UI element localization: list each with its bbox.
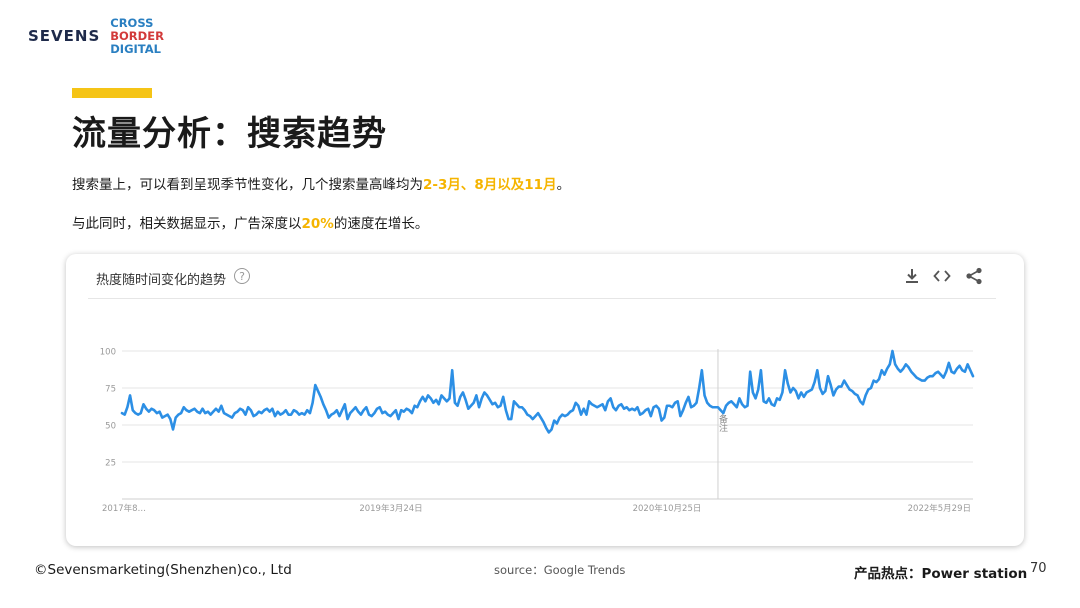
y-tick-label: 75 [105,385,116,395]
series-line [120,349,975,434]
highlight-growth-rate: 20% [301,216,334,232]
logo-brand: SEVENS [28,27,101,45]
company-logo: SEVENS CROSS BORDER DIGITAL [28,14,164,58]
highlight-peak-months: 2-3月、8月以及11月 [423,177,557,193]
y-tick-label: 25 [105,459,116,469]
x-tick-label: 2017年8… [102,503,146,514]
title-accent-bar [72,88,152,98]
y-tick-label: 100 [100,348,116,358]
footer-copyright: ©Sevensmarketing(Shenzhen)co., Ltd [34,562,292,578]
paragraph-growth: 与此同时，相关数据显示，广告深度以20%的速度在增长。 [72,216,429,232]
y-tick-label: 50 [105,422,116,432]
footer-product: 产品热点：Power station [854,566,1028,582]
footer-source: source：Google Trends [494,563,626,577]
trend-line-chart: 25 50 75 100 备注 2017年8… 2019年3月24日 2020年10月25日 2… [100,348,975,514]
page-title: 流量分析：搜索趋势 [72,114,387,154]
annotation-label: 备注 [717,413,728,432]
x-tick-label: 2019年3月24日 [359,503,422,514]
x-tick-label: 2020年10月25日 [633,503,702,514]
trend-chart-card: 热度随时间变化的趋势 ? 25 50 75 100 备注 2017年8… 2019年3月24… [66,254,1024,546]
logo-wordmark: CROSS BORDER DIGITAL [110,15,164,56]
paragraph-seasonality: 搜索量上，可以看到呈现季节性变化，几个搜索量高峰均为2-3月、8月以及11月。 [72,177,571,193]
x-tick-label: 2022年5月29日 [908,503,971,514]
page-number: 70 [1030,561,1047,576]
